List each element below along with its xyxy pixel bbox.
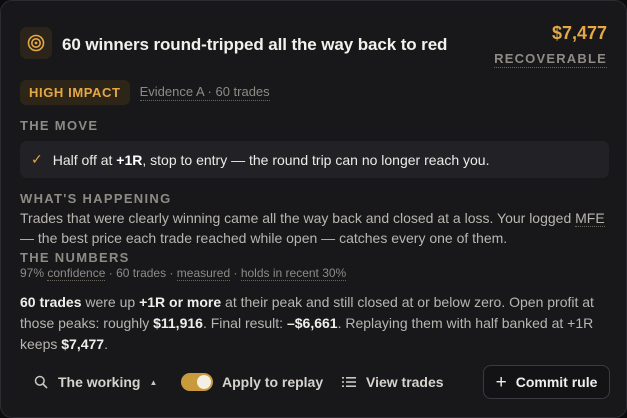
happening-text: Trades that were clearly winning came al… <box>20 210 605 246</box>
card-header: 60 winners round-tripped all the way bac… <box>20 21 607 77</box>
recoverable-amount: $7,477 <box>551 23 607 43</box>
mfe-link[interactable]: MFE <box>575 210 605 227</box>
check-icon: ✓ <box>31 151 43 167</box>
holds-link[interactable]: holds in recent 30% <box>240 266 347 281</box>
numbers-meta: 97% confidence · 60 trades · measured · … <box>20 266 347 281</box>
working-button[interactable]: The working ▲ <box>34 365 157 399</box>
card-title: 60 winners round-tripped all the way bac… <box>62 35 448 54</box>
working-label: The working <box>58 374 141 390</box>
search-icon <box>34 375 48 389</box>
impact-badge: HIGH IMPACT <box>20 80 130 105</box>
tag-row: HIGH IMPACT Evidence A · 60 trades <box>20 80 270 105</box>
measured-link[interactable]: measured <box>176 266 231 281</box>
commit-rule-button[interactable]: + Commit rule <box>483 365 610 399</box>
evidence-link[interactable]: Evidence A · 60 trades <box>139 84 270 101</box>
replay-toggle[interactable]: Apply to replay <box>181 365 323 399</box>
plus-icon: + <box>495 371 507 393</box>
commit-label: Commit rule <box>515 374 598 390</box>
move-text: Half off at +1R, stop to entry — the rou… <box>52 151 490 168</box>
insight-card: 60 winners round-tripped all the way bac… <box>0 0 627 418</box>
toggle-switch[interactable] <box>181 373 213 391</box>
numbers-heading: THE NUMBERS <box>20 250 130 265</box>
target-icon <box>20 27 52 59</box>
recoverable-label: RECOVERABLE <box>494 51 607 68</box>
list-icon <box>342 377 356 387</box>
move-heading: THE MOVE <box>20 118 99 133</box>
numbers-text: 60 trades were up +1R or more at their p… <box>20 294 594 352</box>
replay-label: Apply to replay <box>222 374 324 390</box>
view-trades-button[interactable]: View trades <box>342 365 444 399</box>
confidence-link[interactable]: confidence <box>47 266 106 281</box>
happening-heading: WHAT'S HAPPENING <box>20 191 172 206</box>
card-footer: The working ▲ Apply to replay View trade… <box>20 365 610 399</box>
move-box: ✓ Half off at +1R, stop to entry — the r… <box>20 141 609 178</box>
caret-up-icon: ▲ <box>149 377 158 387</box>
view-trades-label: View trades <box>366 374 444 390</box>
